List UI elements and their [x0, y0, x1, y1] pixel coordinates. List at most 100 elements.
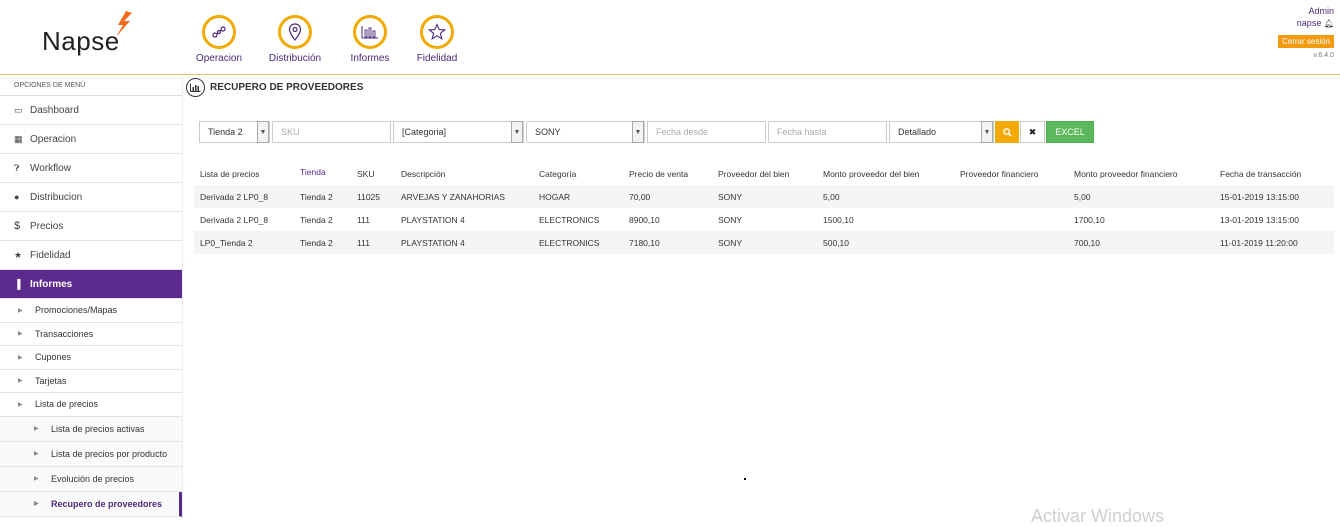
column-header[interactable]: Fecha de transacción [1220, 163, 1301, 185]
user-name-line[interactable]: napse 🔔︎ [1278, 17, 1334, 30]
chevron-down-icon: ▼ [981, 121, 993, 143]
fecha-hasta-input[interactable]: Fecha hasta [768, 121, 887, 143]
cell-monto-proveedor-bien: 5,00 [823, 191, 840, 202]
submenu-recupero-proveedores[interactable]: ▶ Recupero de proveedores [0, 491, 182, 517]
nav-operacion[interactable]: Operacion [179, 15, 259, 64]
sidebar-item-informes[interactable]: ▐ Informes [0, 270, 182, 299]
categoria-select-value: [Categoria] [402, 127, 447, 137]
cell-fecha-transaccion: 11-01-2019 11:20:00 [1220, 237, 1298, 248]
table-row[interactable]: Derivada 2 LP0_8 Tienda 2 11025 ARVEJAS … [194, 185, 1334, 208]
map-pin-icon [278, 15, 312, 49]
dollar-icon: $ [14, 220, 21, 232]
column-header[interactable]: Monto proveedor del bien [823, 163, 919, 185]
cell-monto-proveedor-financiero: 5,00 [1074, 191, 1091, 202]
sidebar-item-precios[interactable]: $ Precios [0, 212, 182, 241]
column-header[interactable]: SKU [357, 163, 374, 185]
cell-proveedor-bien: SONY [718, 237, 743, 248]
cell-categoria: HOGAR [539, 191, 571, 202]
chevron-down-icon: ▼ [511, 121, 523, 143]
submenu-label: Lista de precios [35, 399, 99, 410]
column-header[interactable]: Proveedor del bien [718, 163, 789, 185]
submenu-transacciones[interactable]: ▶ Transacciones [0, 323, 182, 346]
sidebar-item-dashboard[interactable]: ▭ Dashboard [0, 96, 182, 125]
proveedor-select[interactable]: SONY ▼ [526, 121, 645, 143]
fecha-desde-input[interactable]: Fecha desde [647, 121, 766, 143]
nav-fidelidad[interactable]: Fidelidad [397, 15, 477, 64]
logout-button[interactable]: Cerrar sesión [1277, 35, 1334, 48]
table-row[interactable]: Derivada 2 LP0_8 Tienda 2 111 PLAYSTATIO… [194, 208, 1334, 231]
logo-bolt-icon [116, 11, 132, 37]
tienda-select[interactable]: Tienda 2 ▼ [199, 121, 270, 143]
proveedor-select-value: SONY [535, 127, 561, 137]
cell-monto-proveedor-bien: 1500,10 [823, 214, 854, 225]
sku-input[interactable]: SKU [272, 121, 391, 143]
submenu-label: Transacciones [35, 328, 94, 339]
page-title-text: RECUPERO DE PROVEEDORES [210, 82, 364, 93]
submenu-lista-precios-por-producto[interactable]: ▶ Lista de precios por producto [0, 441, 182, 467]
cell-monto-proveedor-bien: 500,10 [823, 237, 849, 248]
cell-lista-precios: Derivada 2 LP0_8 [200, 191, 269, 202]
bar-chart-icon [353, 15, 387, 49]
napse-logo[interactable]: Napse [42, 26, 120, 57]
cell-precio-venta: 7180,10 [629, 237, 660, 248]
categoria-select[interactable]: [Categoria] ▼ [393, 121, 524, 143]
sidebar-item-operacion[interactable]: ▦ Operacion [0, 125, 182, 154]
search-button[interactable] [995, 121, 1019, 143]
table-row[interactable]: LP0_Tienda 2 Tienda 2 111 PLAYSTATION 4 … [194, 231, 1334, 254]
user-panel: Admin napse 🔔︎ Cerrar sesión v.6.4.0 [1277, 5, 1334, 59]
nav-distribucion[interactable]: Distribución [255, 15, 335, 64]
caret-right-icon: ▶ [18, 354, 23, 361]
submenu-cupones[interactable]: ▶ Cupones [0, 346, 182, 370]
cell-tienda: Tienda 2 [300, 237, 333, 248]
modo-select[interactable]: Detallado ▼ [889, 121, 994, 143]
sidebar-item-label: Informes [30, 278, 73, 290]
cell-fecha-transaccion: 13-01-2019 13:15:00 [1220, 214, 1299, 225]
submenu-lista-de-precios[interactable]: ▶ Lista de precios [0, 393, 182, 417]
star-icon: ★ [14, 249, 23, 260]
excel-button[interactable]: EXCEL [1046, 121, 1094, 143]
submenu-tarjetas[interactable]: ▶ Tarjetas [0, 370, 182, 393]
column-header[interactable]: Lista de precios [200, 163, 260, 185]
bell-icon[interactable]: 🔔︎ [1324, 19, 1334, 28]
column-header[interactable]: Monto proveedor financiero [1074, 163, 1177, 185]
column-header[interactable]: Descripción [401, 163, 445, 185]
nav-fidelidad-label: Fidelidad [416, 53, 458, 64]
column-header[interactable]: Categoría [539, 163, 576, 185]
cell-descripcion: PLAYSTATION 4 [401, 214, 465, 225]
sidebar-item-label: Precios [30, 220, 64, 232]
close-icon: ✖ [1028, 126, 1037, 137]
cell-monto-proveedor-financiero: 1700,10 [1074, 214, 1105, 225]
caret-right-icon: ▶ [18, 307, 23, 314]
submenu-evolucion-precios[interactable]: ▶ Evolución de precios [0, 466, 182, 492]
tienda-select-value: Tienda 2 [208, 127, 243, 137]
sidebar-item-distribucion[interactable]: ● Distribucion [0, 183, 182, 212]
cell-sku: 111 [357, 237, 370, 248]
caret-down-icon: ▶ [18, 401, 23, 408]
sidebar-item-workflow[interactable]: ❓︎ Workflow [0, 154, 182, 183]
submenu-label: Lista de precios por producto [51, 448, 168, 459]
column-header[interactable]: Precio de venta [629, 163, 688, 185]
submenu-label: Recupero de proveedores [51, 498, 163, 509]
bar-chart-icon: ▐ [14, 279, 21, 289]
submenu-label: Evolución de precios [51, 473, 135, 484]
nav-distribucion-label: Distribución [268, 53, 322, 64]
column-header[interactable]: Tienda [300, 163, 326, 185]
sidebar-item-fidelidad[interactable]: ★ Fidelidad [0, 241, 182, 270]
submenu-promociones-mapas[interactable]: ▶ Promociones/Mapas [0, 299, 182, 323]
activation-watermark: Activar Windows [1031, 506, 1165, 526]
sidebar: OPCIONES DE MENÚ ▭ Dashboard ▦ Operacion… [0, 76, 183, 519]
map-marker-icon: ● [14, 192, 20, 202]
cell-precio-venta: 70,00 [629, 191, 651, 202]
user-role: Admin [1308, 6, 1334, 16]
caret-right-icon: ▶ [34, 426, 39, 432]
chevron-down-icon: ▼ [257, 121, 269, 143]
cell-proveedor-bien: SONY [718, 191, 743, 202]
column-header[interactable]: Proveedor financiero [960, 163, 1038, 185]
sidebar-item-label: Distribucion [30, 191, 83, 203]
submenu-lista-precios-activas[interactable]: ▶ Lista de precios activas [0, 416, 182, 442]
sidebar-item-label: Dashboard [30, 104, 79, 116]
submenu-label: Lista de precios activas [51, 423, 145, 434]
nav-operacion-label: Operacion [195, 53, 243, 64]
clear-button[interactable]: ✖ [1020, 121, 1045, 143]
top-header: Napse Operacion Distribución Informes Fi… [0, 0, 1340, 75]
